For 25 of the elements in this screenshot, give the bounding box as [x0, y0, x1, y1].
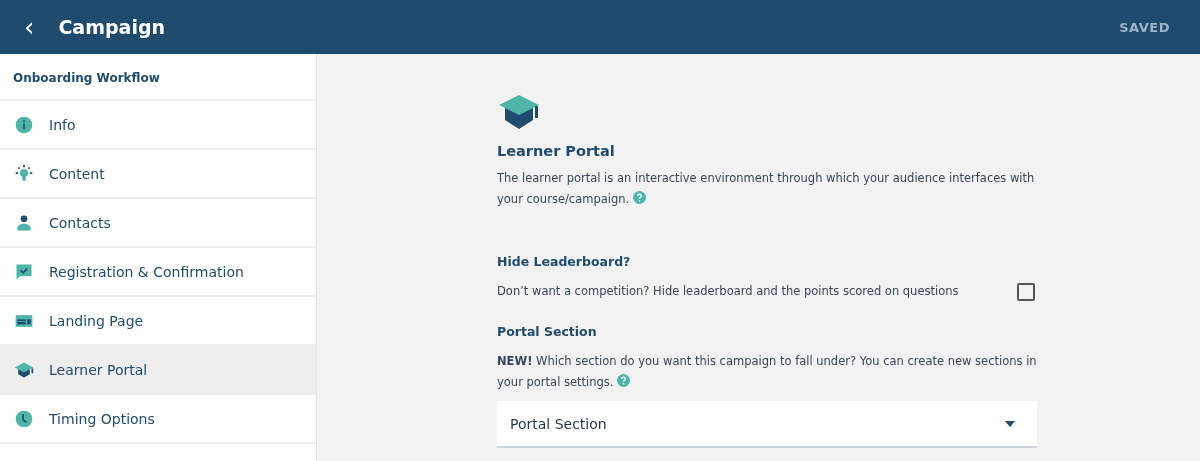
workflow-title: Onboarding Workflow [0, 54, 316, 101]
page-title: Campaign [58, 16, 166, 38]
sidebar-item[interactable]: Learner Portal [0, 346, 316, 395]
help-icon[interactable] [632, 191, 646, 204]
help-icon[interactable] [617, 374, 631, 387]
lightbulb-icon [14, 163, 34, 184]
graduation-cap-icon [497, 94, 541, 130]
sidebar-item[interactable]: Contacts [0, 199, 316, 248]
section-heading: Learner Portal [497, 143, 616, 159]
checkbox[interactable] [1017, 282, 1035, 301]
description: NEW! Which section do you want this campaign to fall under? You can create new sections in your portal settings. [497, 353, 1037, 391]
setting-heading: Portal Section [497, 324, 598, 339]
sidebar-item[interactable]: Registration & Confirmation [0, 248, 316, 297]
clock-icon [14, 408, 34, 429]
saved-status: SAVED [1119, 19, 1170, 35]
setting-label: Don’t want a competition? Hide leaderboard and the points scored on questions [497, 283, 959, 300]
setting-heading: Hide Leaderboard? [497, 254, 632, 269]
sidebar-item[interactable]: Info [0, 101, 316, 150]
sidebar-item[interactable]: Timing Options [0, 395, 316, 444]
portal-section-dropdown[interactable]: Portal Section [497, 401, 1037, 448]
back-button[interactable]: ‹ [18, 14, 41, 40]
description: The learner portal is an interactive environment through which your audience interfaces with your course/campaign. [497, 170, 1036, 208]
caret-icon [1005, 420, 1015, 427]
sidebar-item[interactable]: Content [0, 150, 316, 199]
info-icon [14, 114, 34, 135]
